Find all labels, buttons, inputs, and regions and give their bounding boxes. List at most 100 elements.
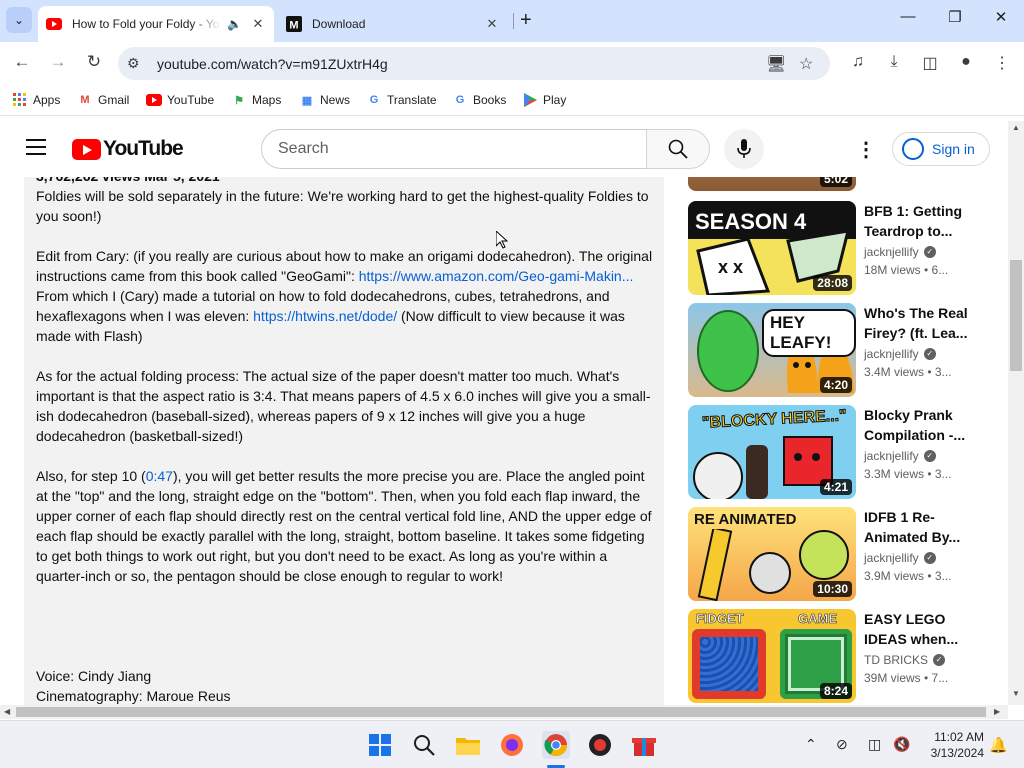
- tab-youtube[interactable]: How to Fold your Foldy - Yo 🔈 ✕: [38, 6, 274, 42]
- install-app-icon[interactable]: 🖥: [766, 54, 786, 74]
- voice-search-button[interactable]: [724, 129, 764, 169]
- chrome-icon[interactable]: [542, 731, 570, 759]
- scroll-down-arrow-icon[interactable]: ▼: [1012, 689, 1020, 698]
- video-thumbnail[interactable]: RE ANIMATED 10:30: [688, 507, 856, 601]
- video-card[interactable]: "BLOCKY HERE..." 4:21 Blocky Prank Compi…: [688, 405, 992, 501]
- bookmark-books[interactable]: G Books: [452, 92, 507, 108]
- bookmark-translate[interactable]: G Translate: [366, 92, 437, 108]
- back-icon[interactable]: ←: [10, 52, 34, 72]
- video-title[interactable]: IDFB 1 Re-Animated By...: [864, 507, 984, 547]
- bookmark-news[interactable]: ▦ News: [299, 92, 350, 108]
- settings-kebab-icon[interactable]: ⋮: [856, 137, 876, 162]
- duration-badge: 8:24: [819, 683, 852, 699]
- notification-bell-icon[interactable]: 🔔: [989, 736, 1008, 754]
- minimize-icon[interactable]: —: [893, 8, 923, 25]
- bookmark-star-icon[interactable]: ☆: [799, 54, 813, 74]
- channel-name: jacknjellify: [864, 551, 919, 565]
- bookmark-gmail[interactable]: M Gmail: [77, 92, 129, 108]
- youtube-logo[interactable]: YouTube: [72, 137, 184, 161]
- video-thumbnail[interactable]: HEY LEAFY! 4:20: [688, 303, 856, 397]
- duration-badge: 5:02: [819, 177, 852, 187]
- thumbnail-text: RE ANIMATED: [694, 511, 797, 528]
- scrollbar-thumb[interactable]: [16, 707, 986, 717]
- channel-row[interactable]: TD BRICKS ✓: [864, 653, 984, 667]
- timestamp-link[interactable]: 0:47: [146, 468, 173, 484]
- speaker-muted-icon[interactable]: 🔇: [893, 736, 910, 753]
- youtube-logo-text: YouTube: [103, 137, 184, 160]
- account-circle-icon: [902, 138, 924, 160]
- restore-icon[interactable]: ❐: [940, 8, 970, 26]
- video-thumbnail[interactable]: FIDGET GAME 8:24: [688, 609, 856, 703]
- speaker-icon[interactable]: 🔈: [227, 17, 242, 31]
- video-thumbnail[interactable]: 5:02: [688, 177, 856, 191]
- video-card[interactable]: SEASON 4 x x 28:08 BFB 1: Getting Teardr…: [688, 201, 992, 297]
- video-title[interactable]: Blocky Prank Compilation -...: [864, 405, 984, 445]
- media-control-icon[interactable]: ♫: [847, 53, 869, 71]
- channel-name: jacknjellify: [864, 449, 919, 463]
- close-window-icon[interactable]: ✕: [986, 8, 1016, 26]
- vertical-scrollbar[interactable]: ▲ ▼: [1008, 121, 1024, 705]
- search-input[interactable]: Search: [261, 129, 647, 169]
- profile-icon[interactable]: ●: [955, 53, 977, 71]
- video-thumbnail[interactable]: SEASON 4 x x 28:08: [688, 201, 856, 295]
- video-card[interactable]: HEY LEAFY! 4:20 Who's The Real Firey? (f…: [688, 303, 992, 399]
- windows-start-icon[interactable]: [366, 731, 394, 759]
- tab-download[interactable]: M Download ✕: [278, 6, 508, 42]
- forward-icon[interactable]: →: [46, 52, 70, 72]
- channel-row[interactable]: jacknjellify ✓: [864, 347, 984, 361]
- hamburger-menu-icon[interactable]: [26, 139, 46, 155]
- network-off-icon[interactable]: ⊘: [836, 736, 848, 753]
- google-g-icon: G: [455, 94, 465, 106]
- download-icon[interactable]: ⤓: [883, 53, 905, 71]
- scroll-right-arrow-icon[interactable]: ▶: [994, 707, 1000, 716]
- sign-in-label: Sign in: [932, 141, 975, 157]
- display-icon[interactable]: ◫: [868, 736, 881, 753]
- system-clock[interactable]: 11:02 AM 3/13/2024: [914, 729, 984, 761]
- thumbnail-text: FIDGET: [696, 611, 744, 627]
- channel-row[interactable]: jacknjellify ✓: [864, 449, 984, 463]
- video-title[interactable]: BFB 1: Getting Teardrop to...: [864, 201, 984, 241]
- bookmark-maps[interactable]: ⚑ Maps: [231, 92, 281, 108]
- screen-recorder-icon[interactable]: [586, 731, 614, 759]
- search-icon[interactable]: [410, 731, 438, 759]
- sign-in-button[interactable]: Sign in: [892, 132, 990, 166]
- scroll-up-arrow-icon[interactable]: ▲: [1012, 123, 1020, 132]
- firefox-icon[interactable]: [498, 731, 526, 759]
- description-paragraph: As for the actual folding process: The a…: [36, 368, 651, 444]
- video-thumbnail[interactable]: "BLOCKY HERE..." 4:21: [688, 405, 856, 499]
- scroll-left-arrow-icon[interactable]: ◀: [4, 707, 10, 716]
- video-title[interactable]: EASY LEGO IDEAS when...: [864, 609, 984, 649]
- mouse-cursor-icon: [496, 231, 508, 249]
- svg-text:x x: x x: [718, 257, 743, 277]
- bookmark-apps[interactable]: Apps: [12, 92, 60, 108]
- amazon-link[interactable]: https://www.amazon.com/Geo-gami-Makin...: [359, 268, 634, 284]
- channel-name: TD BRICKS: [864, 653, 929, 667]
- channel-row[interactable]: jacknjellify ✓: [864, 551, 984, 565]
- address-bar[interactable]: ⚙ youtube.com/watch?v=m91ZUxtrH4g 🖥 ☆: [118, 47, 830, 80]
- menu-kebab-icon[interactable]: ⋮: [991, 53, 1013, 73]
- video-title[interactable]: Who's The Real Firey? (ft. Lea...: [864, 303, 984, 343]
- video-card[interactable]: RE ANIMATED 10:30 IDFB 1 Re-Animated By.…: [688, 507, 992, 603]
- side-panel-icon[interactable]: ◫: [919, 53, 941, 73]
- bookmark-youtube[interactable]: YouTube: [146, 92, 214, 108]
- url-text[interactable]: youtube.com/watch?v=m91ZUxtrH4g: [157, 56, 388, 72]
- close-tab-icon[interactable]: ✕: [484, 16, 500, 32]
- chevron-up-icon[interactable]: ⌃: [805, 736, 817, 753]
- video-meta: 18M views • 6...: [864, 263, 949, 277]
- new-tab-icon[interactable]: +: [520, 9, 532, 32]
- horizontal-scrollbar[interactable]: ◀ ▶: [0, 705, 1008, 719]
- reload-icon[interactable]: ↻: [82, 52, 106, 72]
- bookmark-play[interactable]: Play: [522, 92, 566, 108]
- htwins-link[interactable]: https://htwins.net/dode/: [253, 308, 397, 324]
- tab-search-button[interactable]: ⌄: [6, 7, 32, 33]
- channel-name: jacknjellify: [864, 245, 919, 259]
- file-explorer-icon[interactable]: [454, 731, 482, 759]
- search-button[interactable]: [646, 129, 710, 169]
- gift-app-icon[interactable]: [630, 731, 658, 759]
- channel-row[interactable]: jacknjellify ✓: [864, 245, 984, 259]
- site-info-icon[interactable]: ⚙: [127, 55, 140, 72]
- close-tab-icon[interactable]: ✕: [250, 16, 266, 32]
- video-card[interactable]: FIDGET GAME 8:24 EASY LEGO IDEAS when...…: [688, 609, 992, 705]
- scrollbar-thumb[interactable]: [1010, 260, 1022, 371]
- video-card[interactable]: 5:02: [688, 177, 992, 193]
